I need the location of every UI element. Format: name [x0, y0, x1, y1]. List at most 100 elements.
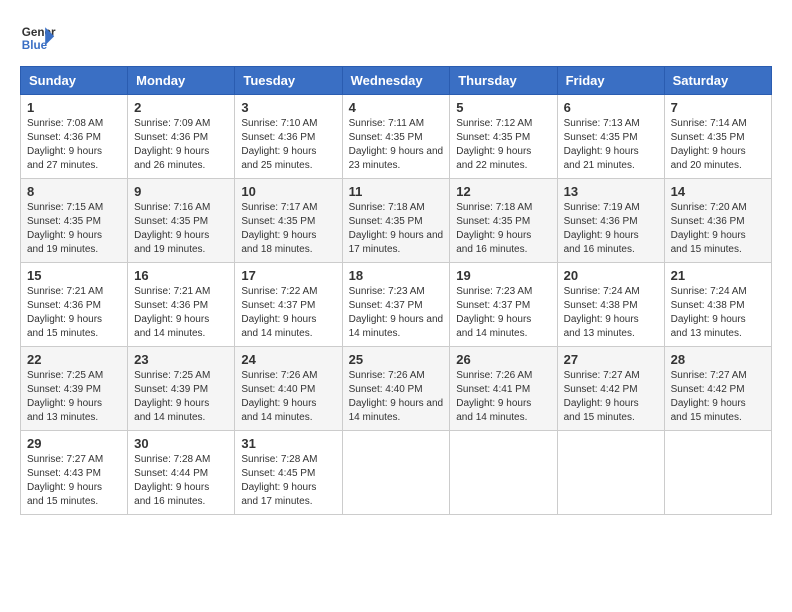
- day-number: 3: [241, 100, 335, 115]
- day-number: 7: [671, 100, 765, 115]
- day-info: Sunrise: 7:08 AMSunset: 4:36 PMDaylight:…: [27, 118, 103, 171]
- calendar-week-3: 15 Sunrise: 7:21 AMSunset: 4:36 PMDayligh…: [21, 263, 772, 347]
- day-info: Sunrise: 7:14 AMSunset: 4:35 PMDaylight:…: [671, 118, 747, 171]
- day-number: 16: [134, 268, 228, 283]
- calendar-week-1: 1 Sunrise: 7:08 AMSunset: 4:36 PMDaylight…: [21, 95, 772, 179]
- day-number: 23: [134, 352, 228, 367]
- calendar-cell: 23 Sunrise: 7:25 AMSunset: 4:39 PMDayligh…: [128, 347, 235, 431]
- day-number: 8: [27, 184, 121, 199]
- day-number: 25: [349, 352, 444, 367]
- day-number: 19: [456, 268, 550, 283]
- calendar-cell: 3Sunrise: 7:10 AMSunset: 4:36 PMDaylight…: [235, 95, 342, 179]
- day-number: 22: [27, 352, 121, 367]
- day-info: Sunrise: 7:22 AMSunset: 4:37 PMDaylight:…: [241, 286, 317, 339]
- day-number: 15: [27, 268, 121, 283]
- day-number: 10: [241, 184, 335, 199]
- calendar-cell: 6 Sunrise: 7:13 AMSunset: 4:35 PMDaylight…: [557, 95, 664, 179]
- day-number: 12: [456, 184, 550, 199]
- day-number: 17: [241, 268, 335, 283]
- calendar-cell: [557, 431, 664, 515]
- day-info: Sunrise: 7:26 AMSunset: 4:41 PMDaylight:…: [456, 370, 532, 423]
- day-number: 28: [671, 352, 765, 367]
- calendar-week-2: 8Sunrise: 7:15 AMSunset: 4:35 PMDaylight…: [21, 179, 772, 263]
- calendar-cell: 19 Sunrise: 7:23 AMSunset: 4:37 PMDayligh…: [450, 263, 557, 347]
- calendar-header-sunday: Sunday: [21, 67, 128, 95]
- day-number: 30: [134, 436, 228, 451]
- calendar-cell: 30 Sunrise: 7:28 AMSunset: 4:44 PMDayligh…: [128, 431, 235, 515]
- svg-text:Blue: Blue: [22, 39, 48, 52]
- calendar-header-thursday: Thursday: [450, 67, 557, 95]
- day-info: Sunrise: 7:26 AMSunset: 4:40 PMDaylight:…: [349, 370, 444, 423]
- calendar-cell: 9 Sunrise: 7:16 AMSunset: 4:35 PMDaylight…: [128, 179, 235, 263]
- day-info: Sunrise: 7:19 AMSunset: 4:36 PMDaylight:…: [564, 202, 640, 255]
- day-info: Sunrise: 7:24 AMSunset: 4:38 PMDaylight:…: [564, 286, 640, 339]
- day-number: 9: [134, 184, 228, 199]
- day-number: 13: [564, 184, 658, 199]
- calendar-header-saturday: Saturday: [664, 67, 771, 95]
- day-info: Sunrise: 7:18 AMSunset: 4:35 PMDaylight:…: [349, 202, 444, 255]
- day-info: Sunrise: 7:27 AMSunset: 4:42 PMDaylight:…: [671, 370, 747, 423]
- calendar-cell: 8Sunrise: 7:15 AMSunset: 4:35 PMDaylight…: [21, 179, 128, 263]
- calendar-header-tuesday: Tuesday: [235, 67, 342, 95]
- day-number: 21: [671, 268, 765, 283]
- calendar-cell: 7 Sunrise: 7:14 AMSunset: 4:35 PMDaylight…: [664, 95, 771, 179]
- day-number: 18: [349, 268, 444, 283]
- day-info: Sunrise: 7:21 AMSunset: 4:36 PMDaylight:…: [27, 286, 103, 339]
- calendar-table: SundayMondayTuesdayWednesdayThursdayFrid…: [20, 66, 772, 515]
- calendar-cell: 10 Sunrise: 7:17 AMSunset: 4:35 PMDayligh…: [235, 179, 342, 263]
- day-info: Sunrise: 7:24 AMSunset: 4:38 PMDaylight:…: [671, 286, 747, 339]
- day-info: Sunrise: 7:21 AMSunset: 4:36 PMDaylight:…: [134, 286, 210, 339]
- day-info: Sunrise: 7:23 AMSunset: 4:37 PMDaylight:…: [456, 286, 532, 339]
- day-number: 5: [456, 100, 550, 115]
- day-info: Sunrise: 7:12 AMSunset: 4:35 PMDaylight:…: [456, 118, 532, 171]
- calendar-header-friday: Friday: [557, 67, 664, 95]
- calendar-header-row: SundayMondayTuesdayWednesdayThursdayFrid…: [21, 67, 772, 95]
- day-number: 27: [564, 352, 658, 367]
- calendar-cell: 28 Sunrise: 7:27 AMSunset: 4:42 PMDayligh…: [664, 347, 771, 431]
- day-info: Sunrise: 7:27 AMSunset: 4:43 PMDaylight:…: [27, 454, 103, 507]
- day-number: 1: [27, 100, 121, 115]
- day-number: 6: [564, 100, 658, 115]
- calendar-cell: 1 Sunrise: 7:08 AMSunset: 4:36 PMDaylight…: [21, 95, 128, 179]
- calendar-cell: 14Sunrise: 7:20 AMSunset: 4:36 PMDayligh…: [664, 179, 771, 263]
- day-info: Sunrise: 7:23 AMSunset: 4:37 PMDaylight:…: [349, 286, 444, 339]
- day-info: Sunrise: 7:27 AMSunset: 4:42 PMDaylight:…: [564, 370, 640, 423]
- day-info: Sunrise: 7:25 AMSunset: 4:39 PMDaylight:…: [134, 370, 210, 423]
- calendar-body: 1 Sunrise: 7:08 AMSunset: 4:36 PMDaylight…: [21, 95, 772, 515]
- day-number: 11: [349, 184, 444, 199]
- day-info: Sunrise: 7:17 AMSunset: 4:35 PMDaylight:…: [241, 202, 317, 255]
- day-number: 4: [349, 100, 444, 115]
- day-info: Sunrise: 7:28 AMSunset: 4:44 PMDaylight:…: [134, 454, 210, 507]
- calendar-week-5: 29 Sunrise: 7:27 AMSunset: 4:43 PMDayligh…: [21, 431, 772, 515]
- calendar-cell: 29 Sunrise: 7:27 AMSunset: 4:43 PMDayligh…: [21, 431, 128, 515]
- day-info: Sunrise: 7:28 AMSunset: 4:45 PMDaylight:…: [241, 454, 317, 507]
- calendar-cell: 4 Sunrise: 7:11 AMSunset: 4:35 PMDaylight…: [342, 95, 450, 179]
- calendar-cell: 18 Sunrise: 7:23 AMSunset: 4:37 PMDayligh…: [342, 263, 450, 347]
- calendar-cell: 12 Sunrise: 7:18 AMSunset: 4:35 PMDayligh…: [450, 179, 557, 263]
- day-number: 29: [27, 436, 121, 451]
- calendar-cell: [342, 431, 450, 515]
- logo: General Blue: [20, 20, 56, 56]
- calendar-cell: 26Sunrise: 7:26 AMSunset: 4:41 PMDayligh…: [450, 347, 557, 431]
- calendar-cell: 21 Sunrise: 7:24 AMSunset: 4:38 PMDayligh…: [664, 263, 771, 347]
- calendar-cell: 17 Sunrise: 7:22 AMSunset: 4:37 PMDayligh…: [235, 263, 342, 347]
- day-info: Sunrise: 7:20 AMSunset: 4:36 PMDaylight:…: [671, 202, 747, 255]
- page-header: General Blue: [20, 20, 772, 56]
- calendar-cell: 25 Sunrise: 7:26 AMSunset: 4:40 PMDayligh…: [342, 347, 450, 431]
- calendar-cell: 13 Sunrise: 7:19 AMSunset: 4:36 PMDayligh…: [557, 179, 664, 263]
- day-info: Sunrise: 7:18 AMSunset: 4:35 PMDaylight:…: [456, 202, 532, 255]
- calendar-cell: 2Sunrise: 7:09 AMSunset: 4:36 PMDaylight…: [128, 95, 235, 179]
- day-info: Sunrise: 7:13 AMSunset: 4:35 PMDaylight:…: [564, 118, 640, 171]
- day-info: Sunrise: 7:11 AMSunset: 4:35 PMDaylight:…: [349, 118, 444, 171]
- calendar-cell: 20Sunrise: 7:24 AMSunset: 4:38 PMDayligh…: [557, 263, 664, 347]
- day-info: Sunrise: 7:16 AMSunset: 4:35 PMDaylight:…: [134, 202, 210, 255]
- calendar-cell: 22Sunrise: 7:25 AMSunset: 4:39 PMDayligh…: [21, 347, 128, 431]
- calendar-cell: 27 Sunrise: 7:27 AMSunset: 4:42 PMDayligh…: [557, 347, 664, 431]
- day-info: Sunrise: 7:26 AMSunset: 4:40 PMDaylight:…: [241, 370, 317, 423]
- calendar-cell: [450, 431, 557, 515]
- calendar-cell: 16 Sunrise: 7:21 AMSunset: 4:36 PMDayligh…: [128, 263, 235, 347]
- calendar-cell: 31Sunrise: 7:28 AMSunset: 4:45 PMDayligh…: [235, 431, 342, 515]
- calendar-cell: 5 Sunrise: 7:12 AMSunset: 4:35 PMDaylight…: [450, 95, 557, 179]
- calendar-cell: 15 Sunrise: 7:21 AMSunset: 4:36 PMDayligh…: [21, 263, 128, 347]
- day-number: 2: [134, 100, 228, 115]
